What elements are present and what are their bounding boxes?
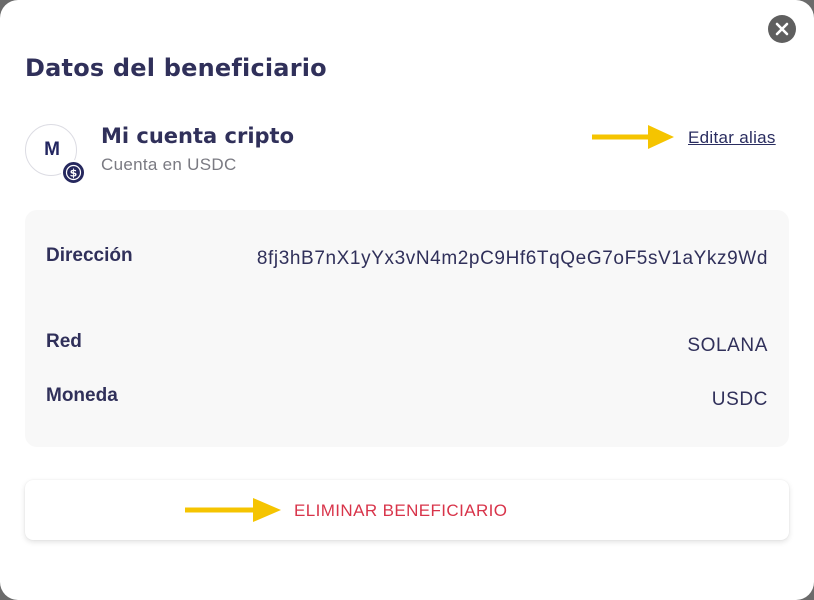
network-value: SOLANA [687,335,768,356]
delete-beneficiary-button[interactable]: ELIMINAR BENEFICIARIO [25,480,789,540]
beneficiary-modal: Datos del beneficiario M $ Mi cuenta cri… [0,0,814,600]
annotation-arrow-icon [592,125,674,149]
account-subtitle: Cuenta en USDC [101,155,237,174]
account-name: Mi cuenta cripto [101,124,295,148]
currency-label: Moneda [46,385,118,406]
delete-beneficiary-label: ELIMINAR BENEFICIARIO [294,501,508,520]
svg-text:$: $ [70,167,78,180]
avatar-initial: M [44,139,60,160]
address-label: Dirección [46,245,133,266]
usdc-coin-icon: $ [61,160,86,185]
close-icon [775,22,789,36]
avatar: M $ [25,124,86,185]
beneficiary-details: Dirección 8fj3hB7nX1yYx3vN4m2pC9Hf6TqQeG… [25,210,789,447]
currency-value: USDC [711,389,768,410]
edit-alias-link[interactable]: Editar alias [688,128,776,148]
close-button[interactable] [768,15,796,43]
address-value: 8fj3hB7nX1yYx3vN4m2pC9Hf6TqQeG7oF5sV1aYk… [256,248,768,269]
page-title: Datos del beneficiario [25,54,327,82]
network-label: Red [46,331,82,352]
annotation-arrow-icon [185,498,281,522]
